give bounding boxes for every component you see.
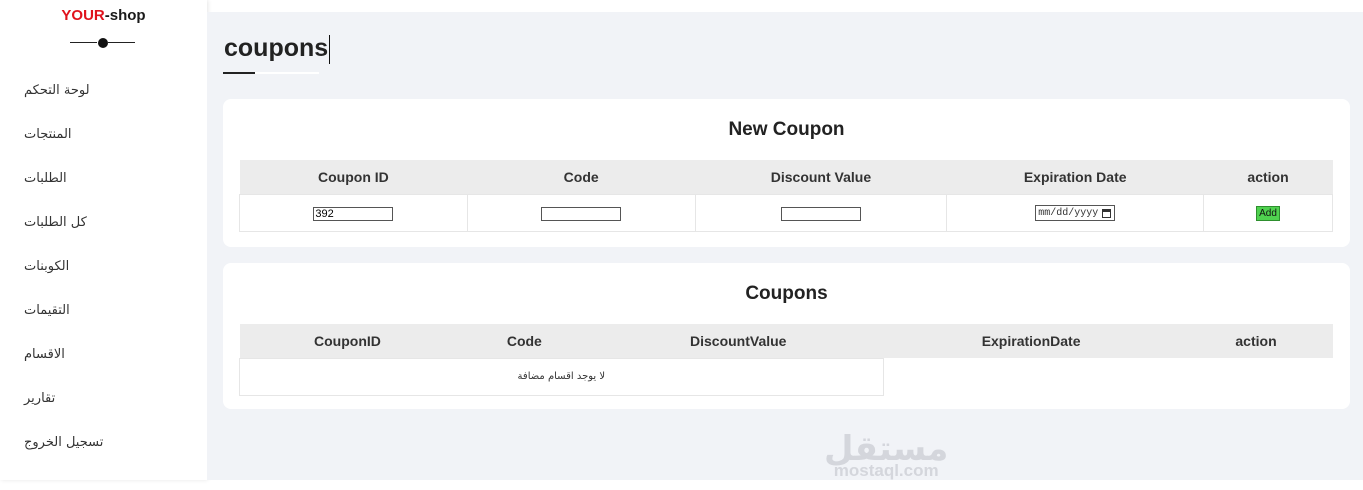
sidebar-item-categories[interactable]: الاقسام: [0, 332, 207, 376]
empty-state-row: لا يوجد اقسام مضافة: [239, 357, 1334, 396]
mostaql-watermark: مستقل mostaql.com: [824, 430, 948, 480]
page-title: coupons: [224, 34, 329, 62]
column-header-action: action: [1179, 324, 1333, 358]
new-coupon-card: New Coupon Coupon ID Code Discount Value…: [223, 99, 1350, 247]
discount-value-cell: [694, 193, 948, 232]
coupons-table: CouponID Code DiscountValue ExpirationDa…: [239, 324, 1333, 396]
calendar-icon[interactable]: [1102, 208, 1112, 218]
discount-value-input[interactable]: [780, 206, 861, 221]
sidebar-item-orders[interactable]: الطلبات: [0, 156, 207, 200]
sidebar-item-dashboard[interactable]: لوحة التحكم: [0, 68, 207, 112]
watermark-latin: mostaql.com: [833, 461, 939, 480]
date-placeholder: mm/dd/yyyy: [1038, 207, 1099, 219]
new-coupon-input-row: mm/dd/yyyy Add: [239, 193, 1333, 232]
column-header-code: Code: [455, 324, 594, 358]
coupons-list-title: Coupons: [745, 283, 828, 304]
coupons-header-row: CouponID Code DiscountValue ExpirationDa…: [239, 324, 1333, 358]
sidebar-nav: لوحة التحكم المنتجات الطلبات كل الطلبات …: [0, 68, 207, 464]
new-coupon-title: New Coupon: [728, 119, 845, 140]
brand-logo[interactable]: YOUR-shop: [0, 7, 207, 24]
coupon-id-input[interactable]: [313, 206, 394, 221]
sidebar-item-reviews[interactable]: التقيمات: [0, 288, 207, 332]
column-header-coupon-id: Coupon ID: [239, 160, 468, 194]
new-coupon-table: Coupon ID Code Discount Value Expiration…: [239, 160, 1333, 232]
add-coupon-button[interactable]: Add: [1256, 205, 1280, 221]
brand-part-shop: -shop: [104, 7, 146, 24]
expiration-date-input[interactable]: mm/dd/yyyy: [1035, 205, 1116, 222]
sidebar-item-products[interactable]: المنتجات: [0, 112, 207, 156]
column-header-discount-value: Discount Value: [695, 160, 947, 194]
brand-divider: [70, 37, 136, 49]
title-underline: [223, 72, 319, 74]
sidebar-item-coupons[interactable]: الكوبنات: [0, 244, 207, 288]
coupons-list-card: Coupons CouponID Code DiscountValue Expi…: [223, 263, 1350, 409]
sidebar: YOUR-shop لوحة التحكم المنتجات الطلبات ك…: [0, 0, 207, 480]
sidebar-item-reports[interactable]: تقارير: [0, 376, 207, 420]
empty-state-message: لا يوجد اقسام مضافة: [239, 357, 884, 396]
action-cell: Add: [1203, 193, 1333, 232]
sidebar-item-logout[interactable]: تسجيل الخروج: [0, 420, 207, 464]
column-header-code: Code: [467, 160, 696, 194]
column-header-couponid: CouponID: [239, 324, 456, 358]
column-header-expiration-date: Expiration Date: [946, 160, 1204, 194]
column-header-action: action: [1203, 160, 1333, 194]
main-content: coupons New Coupon Coupon ID Code Discou…: [207, 12, 1363, 480]
brand-part-your: YOUR: [61, 7, 105, 24]
text-cursor: [329, 35, 330, 64]
sidebar-item-all-orders[interactable]: كل الطلبات: [0, 200, 207, 244]
column-header-expirationdate: ExpirationDate: [883, 324, 1180, 358]
column-header-discountvalue: DiscountValue: [593, 324, 884, 358]
expiration-date-cell: mm/dd/yyyy: [946, 193, 1205, 232]
code-cell: [466, 193, 696, 232]
coupon-id-cell: [239, 193, 468, 232]
new-coupon-header-row: Coupon ID Code Discount Value Expiration…: [239, 160, 1333, 194]
code-input[interactable]: [541, 206, 622, 221]
